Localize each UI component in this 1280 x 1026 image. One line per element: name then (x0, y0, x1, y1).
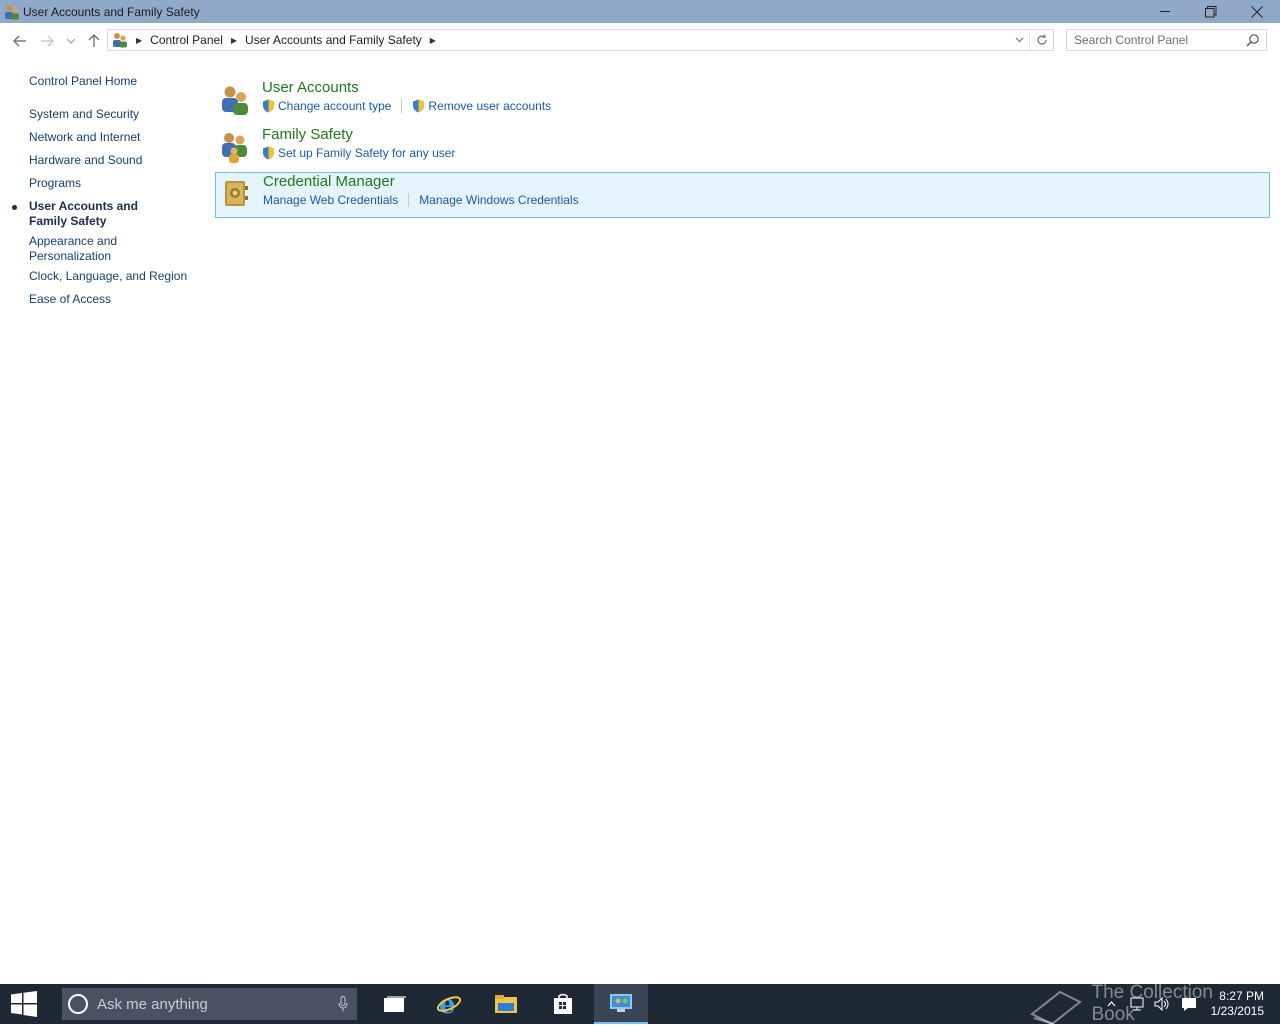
sidebar-item-system-security[interactable]: System and Security (29, 107, 189, 122)
user-accounts-icon (112, 32, 128, 48)
windows-start-icon[interactable] (0, 984, 48, 1024)
sidebar-item-programs[interactable]: Programs (29, 176, 189, 191)
book-icon (1030, 984, 1084, 1024)
family-safety-title-link[interactable]: Family Safety (262, 126, 353, 143)
credential-manager-title-link[interactable]: Credential Manager (263, 173, 395, 190)
task-view-icon[interactable] (368, 984, 422, 1024)
sidebar-item-network-internet[interactable]: Network and Internet (29, 130, 189, 145)
title-bar: User Accounts and Family Safety (0, 0, 1280, 23)
back-arrow-icon[interactable] (11, 32, 29, 50)
network-icon[interactable] (1128, 984, 1148, 1024)
breadcrumb-user-accounts[interactable]: User Accounts and Family Safety (245, 33, 422, 47)
user-accounts-icon (4, 4, 20, 20)
show-hidden-icons-icon[interactable] (1103, 984, 1119, 1024)
remove-user-accounts-label[interactable]: Remove user accounts (428, 99, 551, 113)
breadcrumb-arrow-icon[interactable]: ▶ (136, 36, 142, 45)
uac-shield-icon (262, 146, 275, 160)
remove-user-accounts-link[interactable]: Remove user accounts (412, 99, 551, 113)
cortana-search-box[interactable]: Ask me anything (62, 988, 357, 1020)
users-icon[interactable] (219, 84, 251, 116)
taskbar: Ask me anything e The Collection Book 8:… (0, 984, 1280, 1024)
search-icon[interactable] (1246, 33, 1260, 47)
uac-shield-icon (262, 99, 275, 113)
change-account-type-label[interactable]: Change account type (278, 99, 391, 113)
clock-date: 1/23/2015 (1211, 1004, 1264, 1019)
window-title: User Accounts and Family Safety (23, 5, 200, 19)
vault-icon[interactable] (220, 178, 252, 210)
breadcrumb-arrow-icon[interactable]: ▶ (430, 36, 436, 45)
category-user-accounts: User Accounts Change account type Remove… (215, 78, 1270, 124)
search-box[interactable] (1066, 29, 1267, 51)
refresh-icon[interactable] (1029, 30, 1053, 50)
forward-arrow-icon[interactable] (38, 32, 56, 50)
volume-icon[interactable] (1152, 984, 1172, 1024)
breadcrumb-arrow-icon[interactable]: ▶ (231, 36, 237, 45)
sidebar-item-user-accounts[interactable]: User Accounts and Family Safety (29, 199, 179, 229)
sidebar-item-hardware-sound[interactable]: Hardware and Sound (29, 153, 189, 168)
search-input[interactable] (1074, 33, 1242, 47)
cortana-icon (68, 994, 88, 1014)
address-dropdown-icon[interactable] (1011, 30, 1027, 50)
link-divider (401, 99, 402, 113)
restore-icon[interactable] (1188, 0, 1234, 23)
system-clock[interactable]: 8:27 PM 1/23/2015 (1211, 989, 1264, 1019)
address-bar[interactable]: ▶ Control Panel ▶ User Accounts and Fami… (107, 29, 1054, 51)
clock-time: 8:27 PM (1211, 989, 1264, 1004)
setup-family-safety-link[interactable]: Set up Family Safety for any user (262, 146, 455, 160)
sidebar-item-clock-language[interactable]: Clock, Language, and Region (29, 269, 189, 284)
user-accounts-title-link[interactable]: User Accounts (262, 79, 359, 96)
internet-explorer-icon[interactable]: e (422, 984, 476, 1024)
setup-family-safety-label[interactable]: Set up Family Safety for any user (278, 146, 455, 160)
manage-windows-credentials-link[interactable]: Manage Windows Credentials (419, 193, 578, 207)
up-arrow-icon[interactable] (85, 32, 103, 50)
store-icon[interactable] (536, 984, 590, 1024)
category-family-safety: Family Safety Set up Family Safety for a… (215, 125, 1270, 171)
control-panel-home-link[interactable]: Control Panel Home (29, 74, 137, 88)
recent-locations-chevron-icon[interactable] (62, 32, 80, 50)
category-credential-manager[interactable]: Credential Manager Manage Web Credential… (215, 172, 1270, 218)
family-icon[interactable] (219, 131, 251, 163)
cortana-placeholder[interactable]: Ask me anything (97, 996, 208, 1013)
change-account-type-link[interactable]: Change account type (262, 99, 391, 113)
action-center-icon[interactable] (1179, 984, 1199, 1024)
manage-web-credentials-link[interactable]: Manage Web Credentials (263, 193, 398, 207)
uac-shield-icon (412, 99, 425, 113)
sidebar-item-ease-of-access[interactable]: Ease of Access (29, 292, 189, 307)
control-panel-icon[interactable] (594, 984, 648, 1024)
sidebar-item-appearance[interactable]: Appearance and Personalization (29, 234, 129, 264)
link-divider (408, 193, 409, 207)
active-item-bullet-icon (12, 205, 17, 210)
close-icon[interactable] (1234, 0, 1280, 23)
microphone-icon[interactable] (338, 996, 348, 1012)
minimize-icon[interactable] (1142, 0, 1188, 23)
breadcrumb-control-panel[interactable]: Control Panel (150, 33, 223, 47)
file-explorer-icon[interactable] (479, 984, 533, 1024)
